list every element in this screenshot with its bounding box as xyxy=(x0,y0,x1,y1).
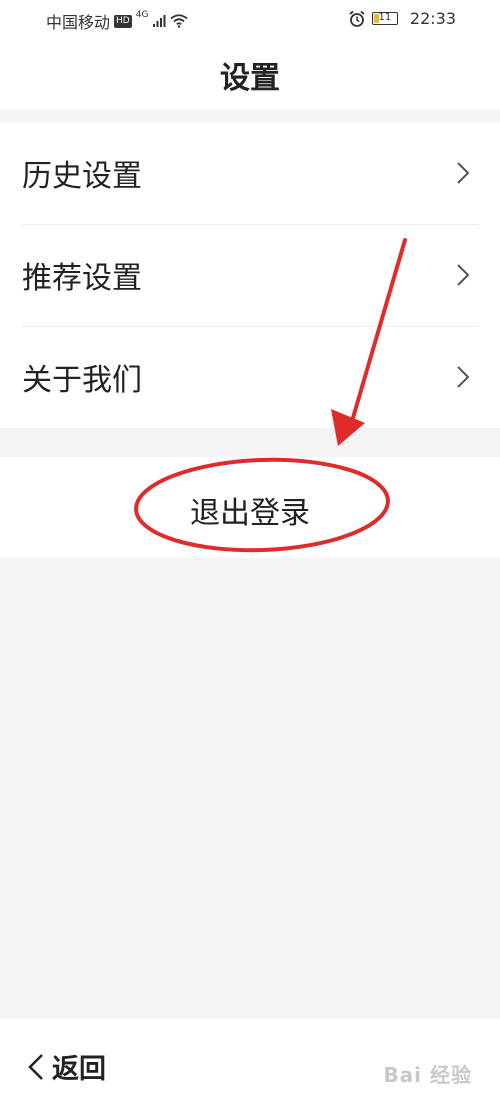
signal-icon xyxy=(153,15,166,27)
status-right: 11 22:33 xyxy=(348,9,456,28)
header: 设置 xyxy=(0,40,500,110)
status-time: 22:33 xyxy=(409,9,456,28)
chevron-left-icon xyxy=(28,1053,43,1080)
alarm-icon xyxy=(349,10,365,27)
chevron-right-icon xyxy=(457,162,470,184)
chevron-right-icon xyxy=(457,366,470,388)
status-bar: 中国移动 HD 4G 11 22:33 xyxy=(0,0,500,40)
menu-item-label: 关于我们 xyxy=(22,363,142,398)
back-label: 返回 xyxy=(52,1054,106,1085)
menu-item-label: 推荐设置 xyxy=(22,261,142,296)
status-left: 中国移动 HD 4G xyxy=(46,9,188,33)
network-type: 4G xyxy=(135,10,149,20)
carrier-name: 中国移动 xyxy=(46,13,111,32)
menu-item-about-us[interactable]: 关于我们 xyxy=(0,326,500,428)
menu-item-history-settings[interactable]: 历史设置 xyxy=(0,122,500,224)
wifi-icon xyxy=(170,14,188,28)
logout-label: 退出登录 xyxy=(190,495,310,531)
settings-menu: 历史设置 推荐设置 关于我们 xyxy=(0,122,500,428)
page-title: 设置 xyxy=(220,61,280,96)
menu-item-recommend-settings[interactable]: 推荐设置 xyxy=(0,224,500,326)
menu-item-label: 历史设置 xyxy=(22,159,142,194)
chevron-right-icon xyxy=(457,264,470,286)
battery-icon: 11 xyxy=(371,12,398,25)
watermark: Bai 经验 xyxy=(383,1063,472,1087)
back-button[interactable]: 返回 xyxy=(26,1047,106,1086)
hd-badge: HD xyxy=(114,14,132,28)
logout-button[interactable]: 退出登录 xyxy=(0,457,500,558)
battery-level: 11 xyxy=(378,12,392,23)
bottom-bar: 返回 Bai 经验 xyxy=(0,1019,500,1111)
